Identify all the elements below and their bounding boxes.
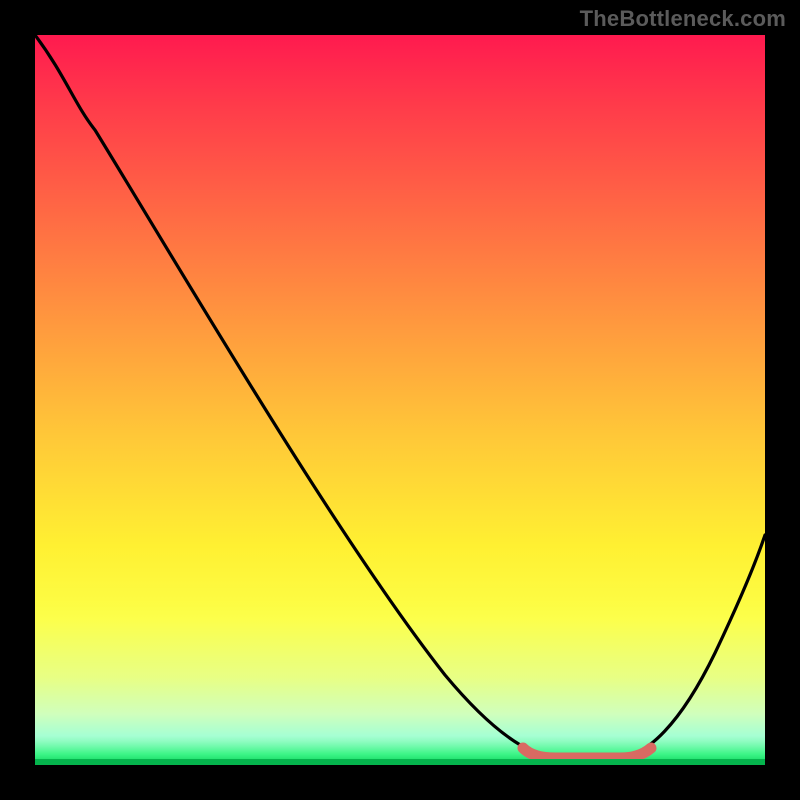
watermark-text: TheBottleneck.com [580, 6, 786, 32]
trough-highlight [523, 748, 651, 758]
bottleneck-curve-line [35, 35, 765, 758]
curve-svg [35, 35, 765, 765]
chart-frame: TheBottleneck.com [0, 0, 800, 800]
bottom-edge [35, 759, 765, 765]
plot-area [35, 35, 765, 765]
